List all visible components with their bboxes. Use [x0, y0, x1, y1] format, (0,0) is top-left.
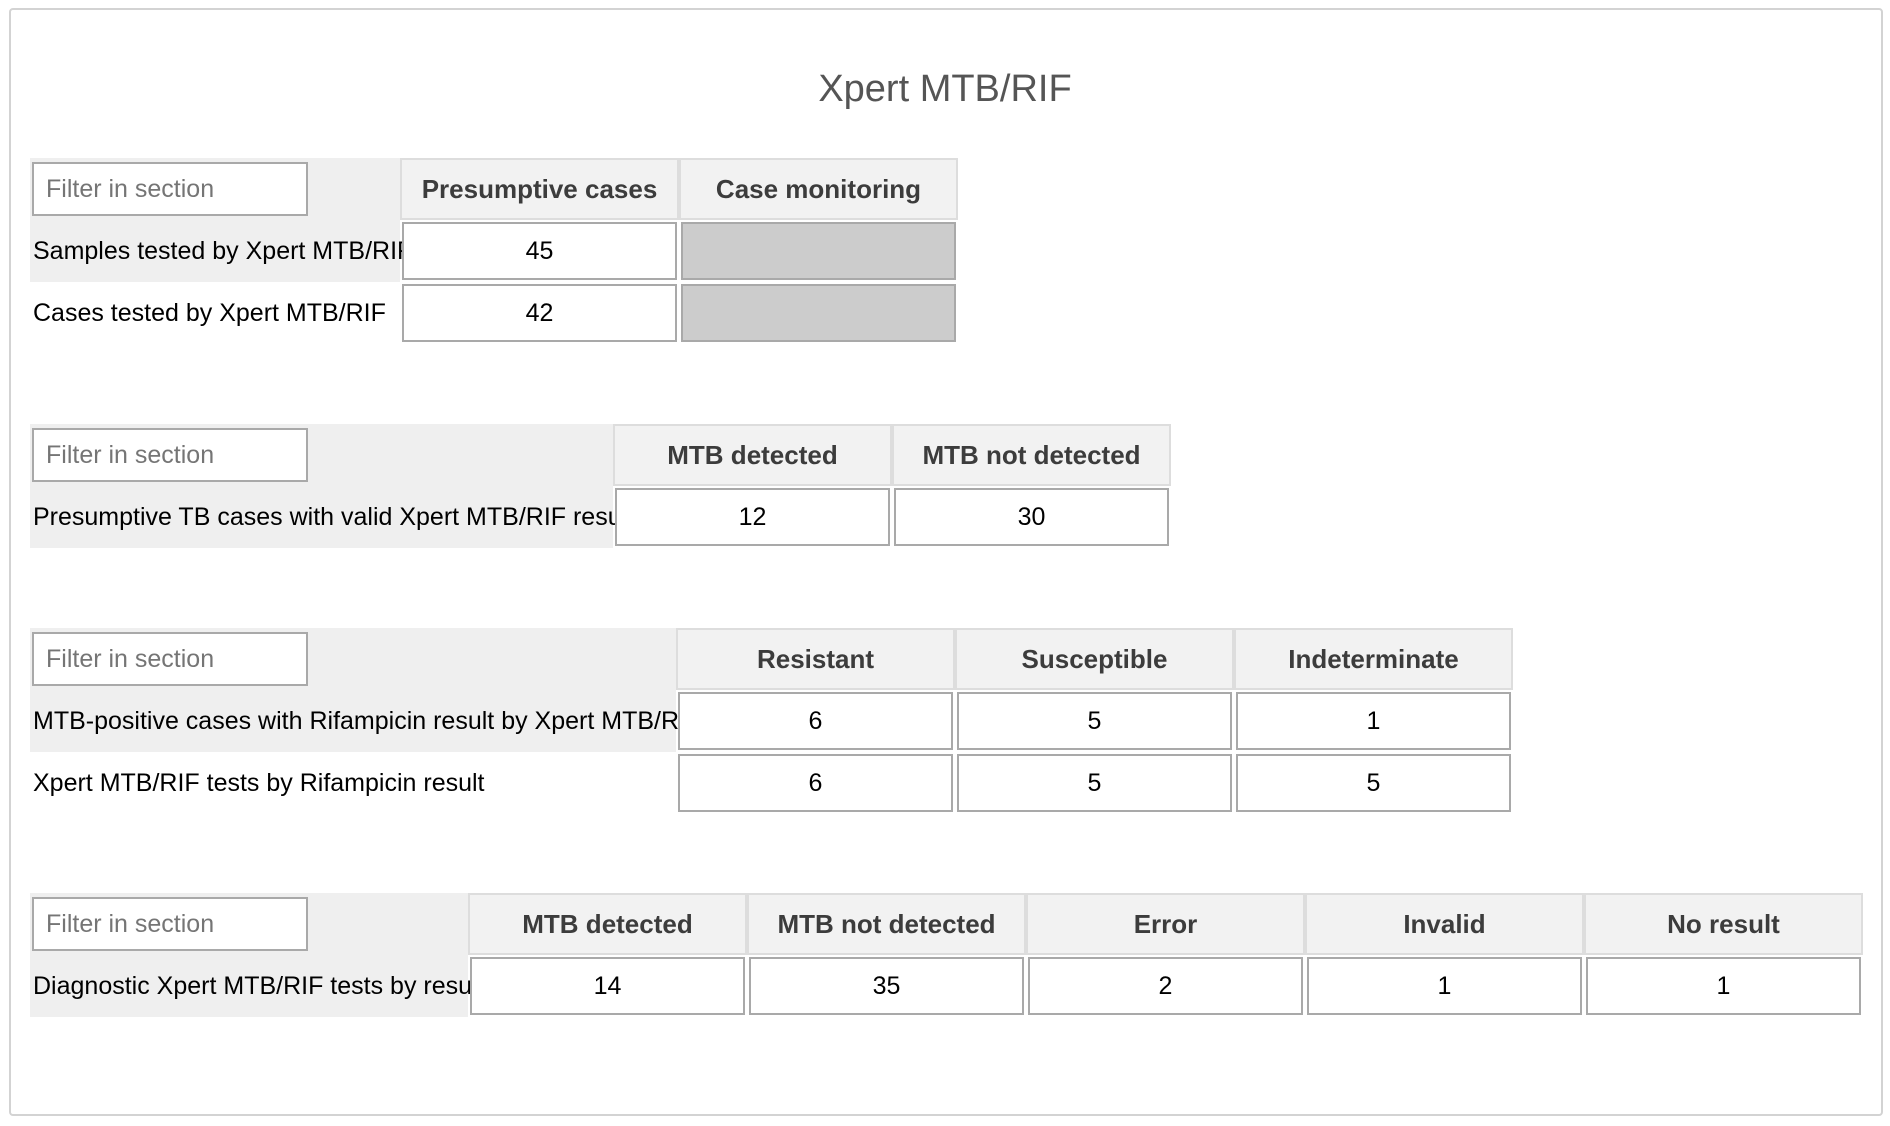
- column-header: Case monitoring: [679, 158, 958, 220]
- column-header: Invalid: [1305, 893, 1584, 955]
- column-header: No result: [1584, 893, 1863, 955]
- section-header-row: Resistant Susceptible Indeterminate: [30, 628, 1513, 690]
- filter-input[interactable]: [32, 428, 308, 482]
- section-header-row: MTB detected MTB not detected: [30, 424, 1171, 486]
- row-label: MTB-positive cases with Rifampicin resul…: [30, 690, 701, 752]
- row-label: Cases tested by Xpert MTB/RIF: [33, 298, 386, 327]
- column-header: Resistant: [676, 628, 955, 690]
- table-row: Cases tested by Xpert MTB/RIF 42: [30, 282, 958, 344]
- value-cell[interactable]: 6: [678, 754, 953, 812]
- column-header: MTB detected: [468, 893, 747, 955]
- filter-input[interactable]: [32, 632, 308, 686]
- table-row: Xpert MTB/RIF tests by Rifampicin result…: [30, 752, 1513, 814]
- table-row: Presumptive TB cases with valid Xpert MT…: [30, 486, 1171, 548]
- section-case-testing: Presumptive cases Case monitoring Sample…: [30, 158, 958, 344]
- value-cell[interactable]: 42: [402, 284, 677, 342]
- section-rifampicin-result: Resistant Susceptible Indeterminate MTB-…: [30, 628, 1513, 814]
- value-cell[interactable]: 2: [1028, 957, 1303, 1015]
- section-mtb-detection: MTB detected MTB not detected Presumptiv…: [30, 424, 1171, 548]
- section-diagnostic-tests: MTB detected MTB not detected Error Inva…: [30, 893, 1863, 1017]
- row-label: Presumptive TB cases with valid Xpert MT…: [30, 486, 634, 548]
- column-header: MTB not detected: [747, 893, 1026, 955]
- row-label: Samples tested by Xpert MTB/RIF: [30, 220, 412, 282]
- filter-container: [30, 424, 613, 486]
- filter-container: [30, 628, 676, 690]
- filter-container: [30, 893, 468, 955]
- value-cell[interactable]: 5: [1236, 754, 1511, 812]
- column-header: Presumptive cases: [400, 158, 679, 220]
- value-cell[interactable]: 1: [1236, 692, 1511, 750]
- value-cell[interactable]: 45: [402, 222, 677, 280]
- disabled-value-cell: [681, 284, 956, 342]
- column-header: Indeterminate: [1234, 628, 1513, 690]
- table-row: MTB-positive cases with Rifampicin resul…: [30, 690, 1513, 752]
- value-cell[interactable]: 12: [615, 488, 890, 546]
- page-title: Xpert MTB/RIF: [818, 68, 1072, 110]
- filter-input[interactable]: [32, 162, 308, 216]
- column-header: Error: [1026, 893, 1305, 955]
- value-cell[interactable]: 14: [470, 957, 745, 1015]
- value-cell[interactable]: 30: [894, 488, 1169, 546]
- value-cell[interactable]: 5: [957, 754, 1232, 812]
- disabled-value-cell: [681, 222, 956, 280]
- value-cell[interactable]: 6: [678, 692, 953, 750]
- table-row: Samples tested by Xpert MTB/RIF 45: [30, 220, 958, 282]
- row-label: Diagnostic Xpert MTB/RIF tests by result: [30, 955, 485, 1017]
- filter-container: [30, 158, 400, 220]
- value-cell[interactable]: 35: [749, 957, 1024, 1015]
- table-row: Diagnostic Xpert MTB/RIF tests by result…: [30, 955, 1863, 1017]
- column-header: MTB not detected: [892, 424, 1171, 486]
- column-header: Susceptible: [955, 628, 1234, 690]
- section-header-row: MTB detected MTB not detected Error Inva…: [30, 893, 1863, 955]
- value-cell[interactable]: 5: [957, 692, 1232, 750]
- value-cell[interactable]: 1: [1307, 957, 1582, 1015]
- value-cell[interactable]: 1: [1586, 957, 1861, 1015]
- section-header-row: Presumptive cases Case monitoring: [30, 158, 958, 220]
- filter-input[interactable]: [32, 897, 308, 951]
- column-header: MTB detected: [613, 424, 892, 486]
- row-label: Xpert MTB/RIF tests by Rifampicin result: [33, 768, 485, 797]
